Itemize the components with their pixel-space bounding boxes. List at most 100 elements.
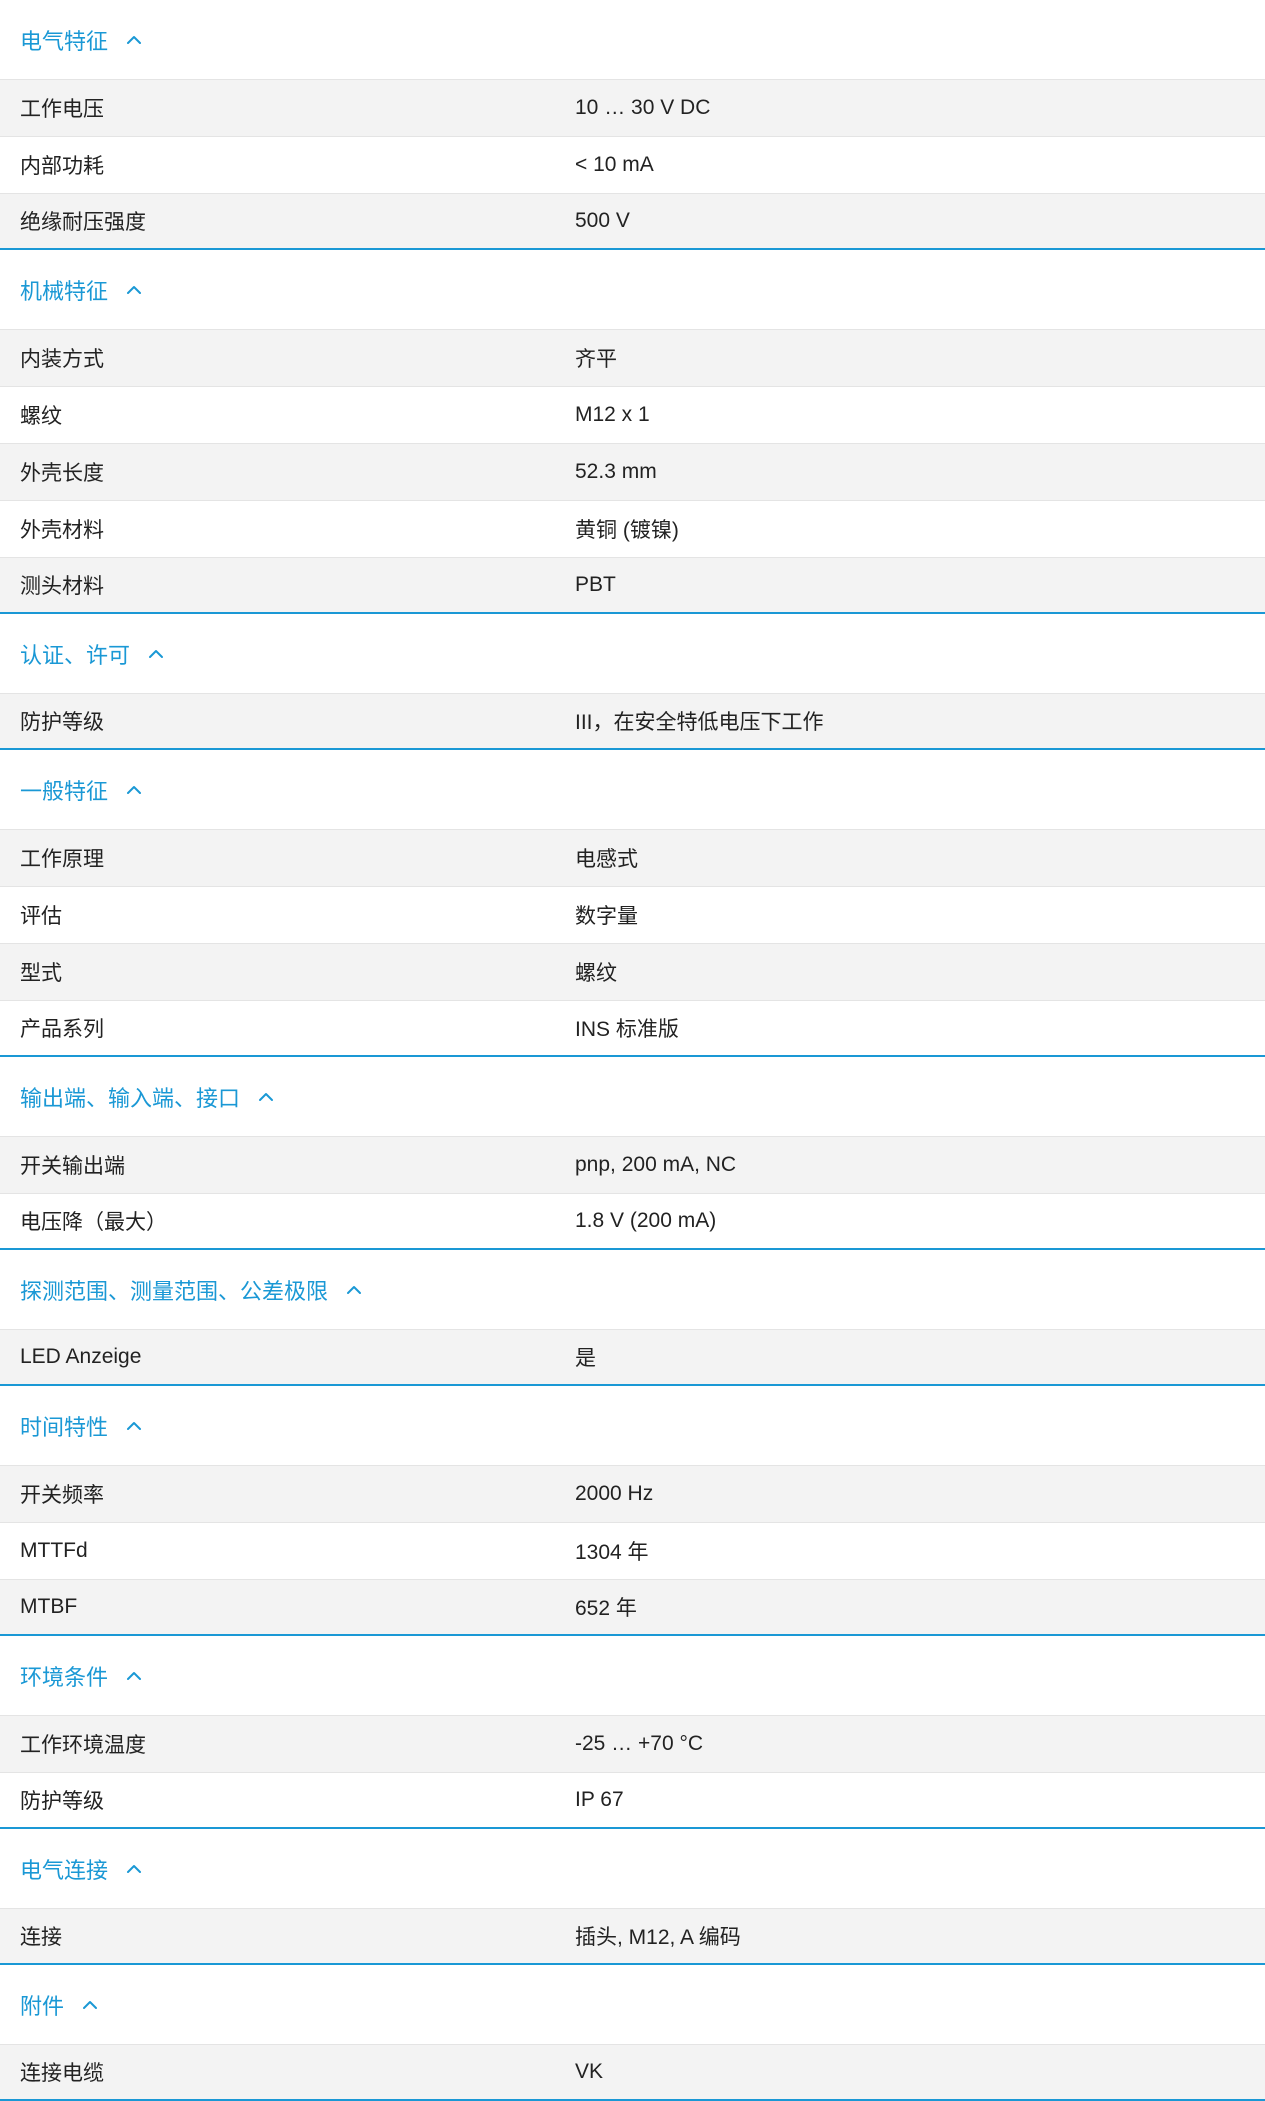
spec-value: 是 xyxy=(575,1347,596,1370)
spec-row: 开关输出端 pnp, 200 mA, NC xyxy=(0,1136,1265,1193)
spec-row: 型式 螺纹 xyxy=(0,943,1265,1000)
section-toggle[interactable]: 环境条件 xyxy=(0,1636,1265,1715)
spec-value: 螺纹 xyxy=(575,962,617,985)
section-toggle[interactable]: 输出端、输入端、接口 xyxy=(0,1057,1265,1136)
spec-label: 连接 xyxy=(20,1926,62,1949)
spec-label: 工作原理 xyxy=(20,848,104,871)
spec-row: 连接电缆 VK xyxy=(0,2044,1265,2101)
section-toggle[interactable]: 认证、许可 xyxy=(0,614,1265,693)
section-toggle[interactable]: 探测范围、测量范围、公差极限 xyxy=(0,1250,1265,1329)
spec-row: 工作原理 电感式 xyxy=(0,829,1265,886)
spec-value: pnp, 200 mA, NC xyxy=(575,1153,737,1176)
spec-table: 工作环境温度 -25 … +70 °C 防护等级 IP 67 xyxy=(0,1715,1265,1829)
spec-row: 螺纹 M12 x 1 xyxy=(0,386,1265,443)
spec-row: 防护等级 IP 67 xyxy=(0,1772,1265,1829)
spec-value: 652 年 xyxy=(575,1597,637,1620)
spec-value: 电感式 xyxy=(575,848,638,871)
spec-value: < 10 mA xyxy=(575,153,654,176)
spec-row: 电压降（最大） 1.8 V (200 mA) xyxy=(0,1193,1265,1250)
section-toggle[interactable]: 机械特征 xyxy=(0,250,1265,329)
section-toggle[interactable]: 一般特征 xyxy=(0,750,1265,829)
spec-label: 型式 xyxy=(20,962,62,985)
spec-value: 10 … 30 V DC xyxy=(575,96,711,119)
spec-section: 电气连接连接 插头, M12, A 编码 xyxy=(0,1829,1265,1965)
spec-value: 1304 年 xyxy=(575,1541,649,1564)
section-toggle[interactable]: 时间特性 xyxy=(0,1386,1265,1465)
chevron-up-icon[interactable] xyxy=(124,1669,144,1683)
spec-label: 连接电缆 xyxy=(20,2062,104,2085)
spec-label: 测头材料 xyxy=(20,575,104,598)
chevron-up-icon[interactable] xyxy=(124,783,144,797)
spec-row: 工作电压 10 … 30 V DC xyxy=(0,79,1265,136)
chevron-up-icon[interactable] xyxy=(124,1862,144,1876)
spec-label: 内装方式 xyxy=(20,348,104,371)
spec-section: 时间特性 开关频率 2000 Hz MTTFd 1304 年 MTBF 652 年 xyxy=(0,1386,1265,1636)
spec-row: 内装方式 齐平 xyxy=(0,329,1265,386)
spec-row: 连接 插头, M12, A 编码 xyxy=(0,1908,1265,1965)
section-toggle[interactable]: 电气特征 xyxy=(0,0,1265,79)
spec-value: 2000 Hz xyxy=(575,1482,654,1505)
spec-value: 黄铜 (镀镍) xyxy=(575,519,679,542)
spec-label: 外壳材料 xyxy=(20,519,104,542)
spec-label: 螺纹 xyxy=(20,405,62,428)
spec-label: 评估 xyxy=(20,905,62,928)
spec-label: 绝缘耐压强度 xyxy=(20,211,146,234)
chevron-up-icon[interactable] xyxy=(124,33,144,47)
spec-value: VK xyxy=(575,2060,604,2083)
section-title: 机械特征 xyxy=(20,278,109,304)
spec-table: 工作电压 10 … 30 V DC 内部功耗 < 10 mA 绝缘耐压强度 500 V xyxy=(0,79,1265,250)
section-title: 输出端、输入端、接口 xyxy=(20,1085,241,1111)
spec-table: LED Anzeige 是 xyxy=(0,1329,1265,1386)
spec-section: 输出端、输入端、接口 开关输出端 pnp, 200 mA, NC 电压降（最大） 1.8… xyxy=(0,1057,1265,1250)
spec-row: 工作环境温度 -25 … +70 °C xyxy=(0,1715,1265,1772)
spec-row: 防护等级 III，在安全特低电压下工作 xyxy=(0,693,1265,750)
section-toggle[interactable]: 电气连接 xyxy=(0,1829,1265,1908)
spec-value: PBT xyxy=(575,573,616,596)
spec-row: MTTFd 1304 年 xyxy=(0,1522,1265,1579)
spec-label: 防护等级 xyxy=(20,1790,104,1813)
section-toggle[interactable]: 附件 xyxy=(0,1965,1265,2044)
spec-sheet: 电气特征工作电压 10 … 30 V DC 内部功耗 < 10 mA 绝缘耐压强度 500… xyxy=(0,0,1265,2101)
spec-row: MTBF 652 年 xyxy=(0,1579,1265,1636)
spec-table: 工作原理 电感式评估 数字量型式 螺纹产品系列 INS 标准版 xyxy=(0,829,1265,1057)
spec-section: 环境条件工作环境温度 -25 … +70 °C 防护等级 IP 67 xyxy=(0,1636,1265,1829)
spec-section: 探测范围、测量范围、公差极限 LED Anzeige 是 xyxy=(0,1250,1265,1386)
spec-value: 数字量 xyxy=(575,905,638,928)
spec-section: 电气特征工作电压 10 … 30 V DC 内部功耗 < 10 mA 绝缘耐压强度 500… xyxy=(0,0,1265,250)
section-title: 电气特征 xyxy=(20,28,109,54)
spec-row: 绝缘耐压强度 500 V xyxy=(0,193,1265,250)
section-title: 一般特征 xyxy=(20,778,109,804)
spec-label: MTTFd xyxy=(20,1539,88,1562)
chevron-up-icon[interactable] xyxy=(344,1283,364,1297)
spec-row: 产品系列 INS 标准版 xyxy=(0,1000,1265,1057)
chevron-up-icon[interactable] xyxy=(80,1998,100,2012)
section-title: 电气连接 xyxy=(20,1857,109,1883)
spec-value: INS 标准版 xyxy=(575,1018,679,1041)
spec-label: 工作电压 xyxy=(20,98,104,121)
chevron-up-icon[interactable] xyxy=(256,1090,276,1104)
spec-value: 52.3 mm xyxy=(575,460,657,483)
spec-table: 连接 插头, M12, A 编码 xyxy=(0,1908,1265,1965)
spec-row: LED Anzeige 是 xyxy=(0,1329,1265,1386)
section-title: 环境条件 xyxy=(20,1664,109,1690)
spec-value: -25 … +70 °C xyxy=(575,1732,704,1755)
spec-section: 附件连接电缆 VK xyxy=(0,1965,1265,2101)
section-title: 探测范围、测量范围、公差极限 xyxy=(20,1278,329,1304)
spec-label: 外壳长度 xyxy=(20,462,104,485)
spec-value: M12 x 1 xyxy=(575,403,650,426)
spec-table: 防护等级 III，在安全特低电压下工作 xyxy=(0,693,1265,750)
chevron-up-icon[interactable] xyxy=(146,647,166,661)
spec-section: 机械特征内装方式 齐平螺纹 M12 x 1 外壳长度 52.3 mm 外壳材料 黄铜 (镀镍… xyxy=(0,250,1265,614)
spec-label: 内部功耗 xyxy=(20,155,104,178)
spec-row: 内部功耗 < 10 mA xyxy=(0,136,1265,193)
spec-table: 开关频率 2000 Hz MTTFd 1304 年 MTBF 652 年 xyxy=(0,1465,1265,1636)
section-title: 认证、许可 xyxy=(20,642,131,668)
spec-value: III，在安全特低电压下工作 xyxy=(575,711,824,734)
spec-value: IP 67 xyxy=(575,1788,624,1811)
chevron-up-icon[interactable] xyxy=(124,283,144,297)
spec-label: 电压降（最大） xyxy=(20,1211,167,1234)
spec-label: 开关输出端 xyxy=(20,1155,125,1178)
spec-label: 工作环境温度 xyxy=(20,1734,146,1757)
chevron-up-icon[interactable] xyxy=(124,1419,144,1433)
spec-label: 防护等级 xyxy=(20,711,104,734)
